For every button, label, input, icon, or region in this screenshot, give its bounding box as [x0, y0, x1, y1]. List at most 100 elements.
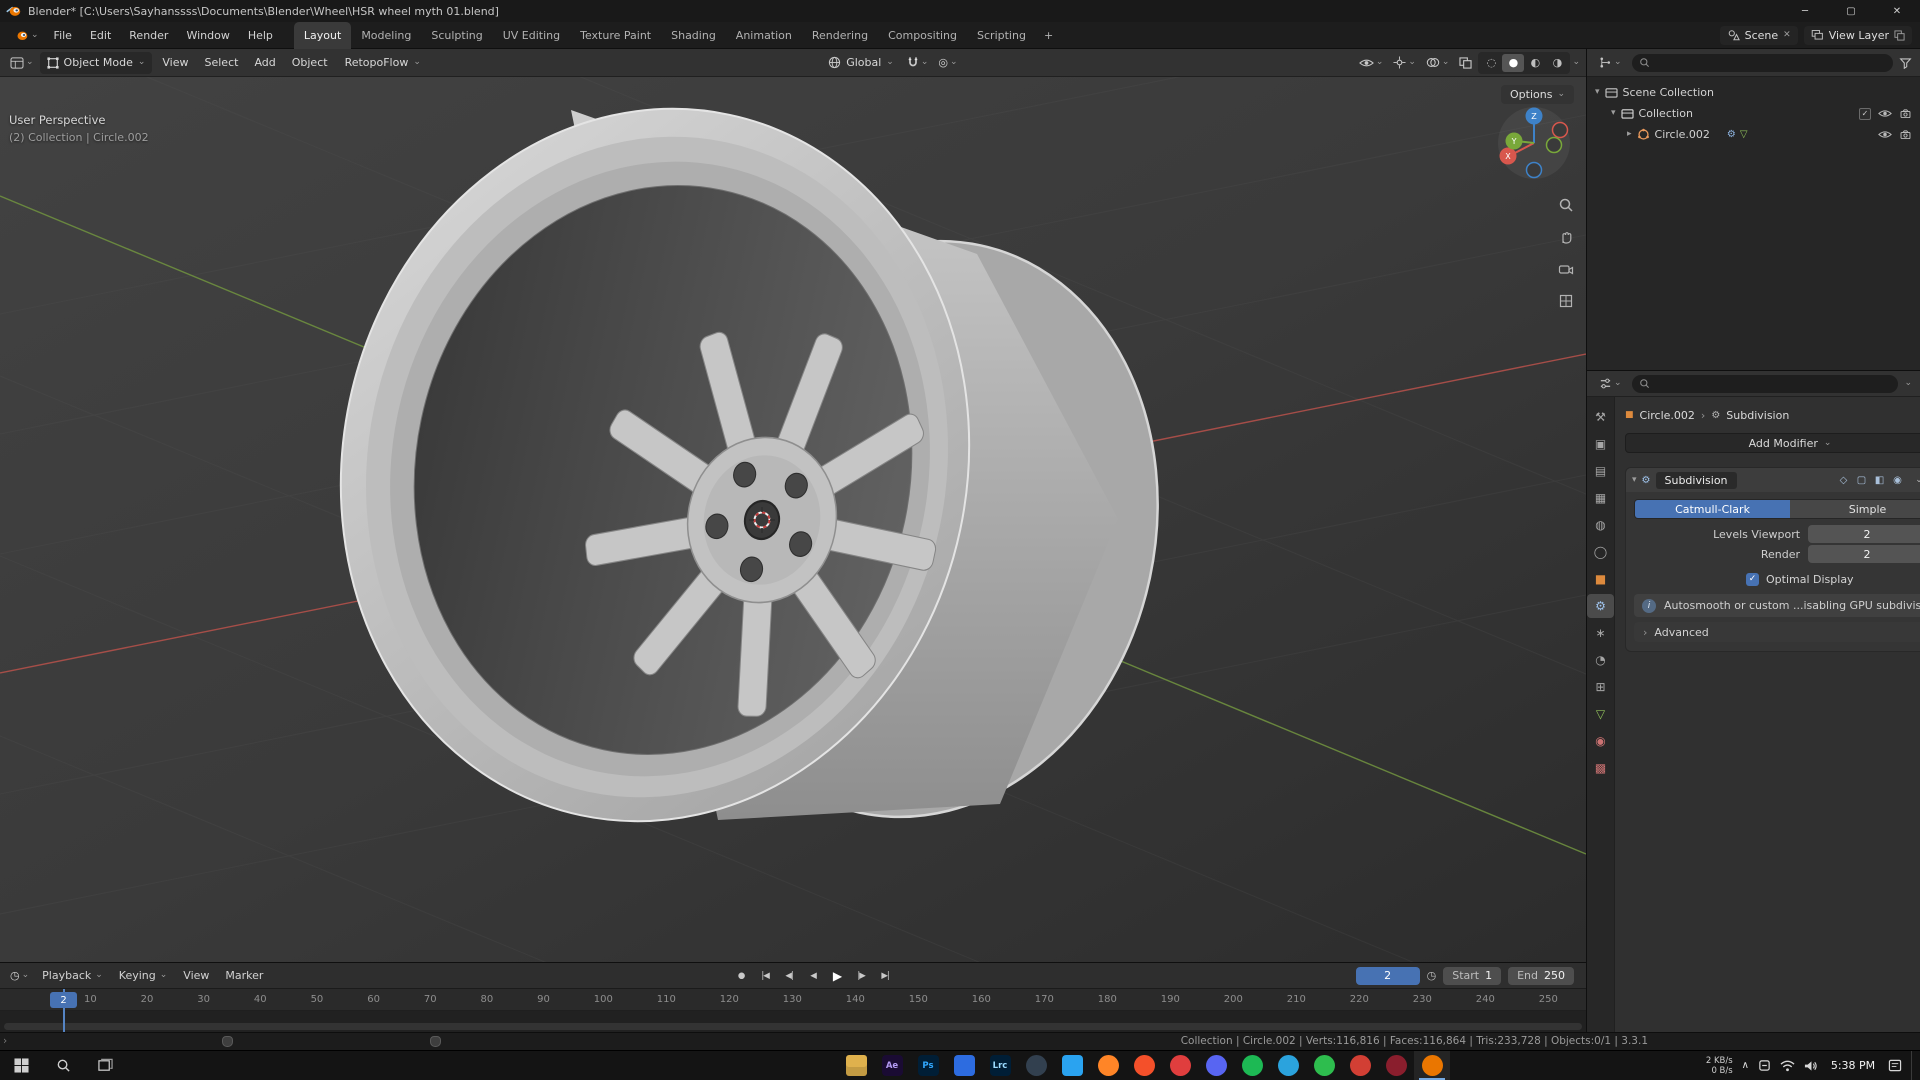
outliner-display-mode-button[interactable]: ⌄ — [1595, 52, 1626, 74]
shading-rendered[interactable]: ◑ — [1546, 54, 1568, 72]
workspace-tab[interactable]: Scripting — [967, 22, 1036, 49]
preview-range-toggle[interactable]: ◷ — [1427, 969, 1437, 982]
advanced-section-toggle[interactable]: › Advanced — [1634, 622, 1920, 642]
outliner-filter-button[interactable] — [1899, 57, 1912, 69]
breadcrumb-modifier[interactable]: Subdivision — [1726, 409, 1789, 422]
outliner-row-scene-collection[interactable]: ▾ Scene Collection — [1587, 82, 1920, 103]
menu-item[interactable]: Help — [239, 23, 282, 48]
properties-tab-object-data[interactable]: ▽ — [1587, 702, 1614, 726]
workspace-tab[interactable]: UV Editing — [493, 22, 570, 49]
timeline-track-area[interactable] — [0, 1011, 1586, 1032]
properties-tab-output[interactable]: ▤ — [1587, 459, 1614, 483]
proportional-editing-toggle[interactable]: ◎ ⌄ — [934, 52, 961, 74]
taskbar-app-spotify[interactable] — [1234, 1051, 1270, 1080]
taskbar-app-photoshop[interactable]: Ps — [910, 1051, 946, 1080]
taskbar-app-red-app[interactable] — [1342, 1051, 1378, 1080]
app-menu-button[interactable]: ⌄ — [8, 30, 45, 41]
menu-item[interactable]: Edit — [81, 23, 120, 48]
transport-prev-keyframe[interactable]: ◀| — [778, 966, 800, 986]
properties-tab-render[interactable]: ▣ — [1587, 432, 1614, 456]
tray-app-icon[interactable] — [1758, 1059, 1771, 1072]
modifier-toggle-show-render[interactable]: ◉ — [1889, 471, 1906, 489]
properties-tab-modifiers[interactable]: ⚙ — [1587, 594, 1614, 618]
transport-jump-to-end[interactable]: ▶| — [874, 966, 896, 986]
start-frame-field[interactable]: Start 1 — [1443, 966, 1502, 985]
scene-selector[interactable]: Scene ✕ — [1719, 25, 1798, 45]
disable-in-render-camera-icon[interactable] — [1899, 129, 1912, 140]
add-workspace-button[interactable]: + — [1036, 29, 1061, 42]
camera-view-icon[interactable] — [1556, 259, 1576, 279]
keying-menu[interactable]: Keying ⌄ — [112, 963, 175, 988]
modifier-toggle-show-on-cage[interactable]: ◇ — [1835, 471, 1852, 489]
transform-orientation-select[interactable]: Global ⌄ — [821, 52, 901, 74]
pan-hand-icon[interactable] — [1556, 227, 1576, 247]
xray-toggle[interactable] — [1455, 52, 1476, 74]
menu-item[interactable]: File — [45, 23, 81, 48]
mode-select[interactable]: Object Mode ⌄ — [39, 51, 153, 74]
properties-options-caret-icon[interactable]: ⌄ — [1904, 379, 1912, 388]
show-overlays-toggle[interactable]: ⌄ — [1422, 52, 1454, 74]
expand-icon[interactable]: ▸ — [1627, 130, 1632, 139]
outliner-row-collection[interactable]: ▾ Collection ✓ — [1587, 103, 1920, 124]
menu-item[interactable]: Window — [177, 23, 238, 48]
viewport-menu-item[interactable]: Add — [246, 49, 283, 77]
transport-record[interactable]: ● — [730, 966, 752, 986]
taskbar-app-whatsapp[interactable] — [1306, 1051, 1342, 1080]
taskbar-app-steam[interactable] — [1018, 1051, 1054, 1080]
playhead-frame-badge[interactable]: 2 — [50, 992, 77, 1008]
properties-tab-tool[interactable]: ⚒ — [1587, 405, 1614, 429]
taskbar-app-red-browser[interactable] — [1162, 1051, 1198, 1080]
transport-play-reverse[interactable]: ◀ — [802, 966, 824, 986]
expand-icon[interactable]: ▾ — [1611, 109, 1616, 118]
properties-tab-object[interactable]: ■ — [1587, 567, 1614, 591]
taskbar-app-brave[interactable] — [1126, 1051, 1162, 1080]
disable-in-render-camera-icon[interactable] — [1899, 108, 1912, 119]
properties-tab-scene[interactable]: ◍ — [1587, 513, 1614, 537]
action-center-icon[interactable] — [1888, 1059, 1902, 1072]
exclude-checkbox[interactable]: ✓ — [1859, 107, 1871, 120]
modifier-extras-button[interactable]: ⌄ — [1911, 471, 1920, 489]
field-value-input[interactable]: 2 — [1808, 525, 1920, 543]
properties-tab-particles[interactable]: ∗ — [1587, 621, 1614, 645]
shading-wireframe[interactable]: ◌ — [1480, 54, 1502, 72]
workspace-tab[interactable]: Texture Paint — [570, 22, 661, 49]
viewport-menu-item[interactable]: Object — [284, 49, 336, 77]
taskbar-app-maroon-app[interactable] — [1378, 1051, 1414, 1080]
taskbar-app-file-explorer[interactable] — [838, 1051, 874, 1080]
hide-in-viewport-eye-icon[interactable] — [1878, 130, 1892, 139]
snap-toggle[interactable]: ⌄ — [903, 52, 933, 74]
transport-jump-to-start[interactable]: |◀ — [754, 966, 776, 986]
end-frame-field[interactable]: End 250 — [1508, 966, 1575, 985]
properties-tab-physics[interactable]: ◔ — [1587, 648, 1614, 672]
properties-search-input[interactable] — [1631, 374, 1899, 393]
menu-item[interactable]: Render — [120, 23, 177, 48]
minimize-button[interactable]: ─ — [1782, 0, 1828, 22]
properties-tab-constraints[interactable]: ⊞ — [1587, 675, 1614, 699]
algorithm-option[interactable]: Catmull-Clark — [1635, 500, 1791, 518]
properties-tab-world[interactable]: ◯ — [1587, 540, 1614, 564]
workspace-tab[interactable]: Rendering — [802, 22, 878, 49]
zoom-icon[interactable] — [1556, 195, 1576, 215]
show-desktop-button[interactable] — [1911, 1051, 1917, 1080]
marker-menu[interactable]: Marker — [218, 963, 270, 988]
outliner-row-circle-002[interactable]: ▸ Circle.002 ⚙ ▽ — [1587, 124, 1920, 145]
start-button[interactable] — [0, 1051, 42, 1080]
optimal-display-checkbox[interactable]: ✓ — [1746, 572, 1759, 586]
visibility-dropdown[interactable]: ⌄ — [1355, 52, 1388, 74]
outliner-search-input[interactable] — [1631, 53, 1893, 72]
modifier-panel-header[interactable]: ▾ ⚙ Subdivision ◇▢◧◉ ⌄ ✕ — [1626, 468, 1920, 492]
modifier-toggle-show-realtime[interactable]: ◧ — [1871, 471, 1888, 489]
editor-type-button[interactable]: ⌄ — [6, 52, 38, 74]
properties-editor-type-button[interactable]: ⌄ — [1595, 373, 1626, 395]
timeline-view-menu[interactable]: View — [176, 963, 216, 988]
expand-icon[interactable]: ▾ — [1595, 88, 1600, 97]
current-frame-field[interactable]: 2 — [1355, 966, 1420, 985]
show-gizmos-toggle[interactable]: ⌄ — [1389, 52, 1420, 74]
algorithm-option[interactable]: Simple — [1790, 500, 1920, 518]
taskbar-app-after-effects[interactable]: Ae — [874, 1051, 910, 1080]
taskbar-app-firefox[interactable] — [1090, 1051, 1126, 1080]
timeline-editor-type-button[interactable]: ◷ ⌄ — [6, 965, 33, 987]
properties-tab-material[interactable]: ◉ — [1587, 729, 1614, 753]
unlink-scene-icon[interactable]: ✕ — [1783, 30, 1791, 40]
collapse-icon[interactable]: ▾ — [1632, 475, 1637, 485]
